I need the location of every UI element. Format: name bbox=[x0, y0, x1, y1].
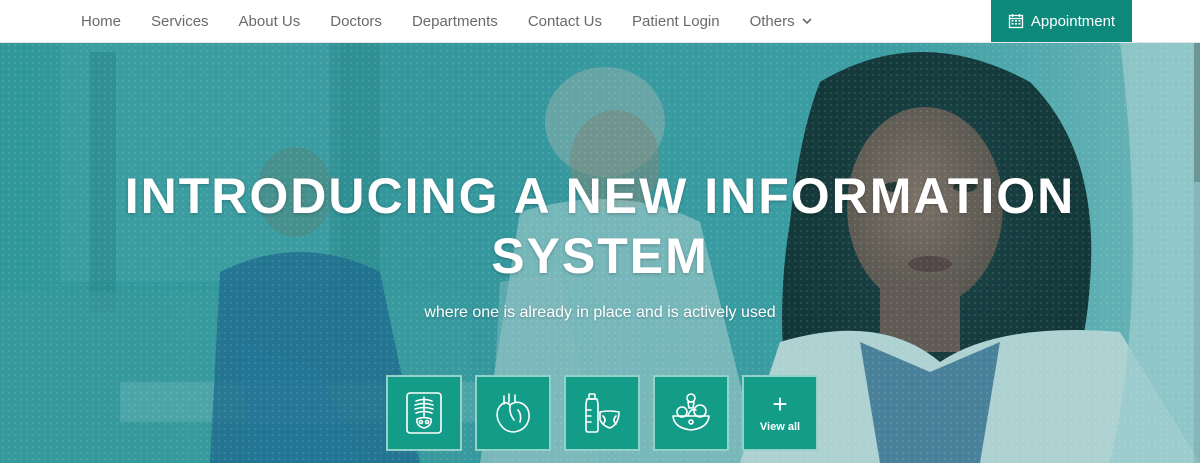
nav-about-us[interactable]: About Us bbox=[224, 0, 316, 42]
nav-home-label: Home bbox=[81, 12, 122, 30]
hero-title: INTRODUCING A NEW INFORMATION SYSTEM bbox=[124, 168, 1076, 284]
nav-contact-us[interactable]: Contact Us bbox=[513, 0, 617, 42]
nav-departments[interactable]: Departments bbox=[397, 0, 513, 42]
heart-icon bbox=[496, 393, 530, 433]
service-tile-nutrition[interactable] bbox=[653, 375, 729, 451]
xray-icon bbox=[406, 392, 442, 434]
nav-about-us-label: About Us bbox=[238, 12, 301, 30]
nav-doctors-label: Doctors bbox=[330, 12, 382, 30]
chevron-down-icon bbox=[802, 18, 812, 25]
nav-services-label: Services bbox=[151, 12, 209, 30]
calendar-icon bbox=[1008, 14, 1024, 29]
nav-patient-login-label: Patient Login bbox=[632, 12, 720, 30]
scrollbar-thumb[interactable] bbox=[1194, 42, 1200, 182]
view-all-label: View all bbox=[759, 421, 801, 433]
service-tiles: + View all bbox=[386, 375, 818, 451]
service-tile-xray[interactable] bbox=[386, 375, 462, 451]
nav-departments-label: Departments bbox=[411, 12, 498, 30]
nav-links: Home Services About Us Doctors Departmen… bbox=[66, 0, 828, 42]
nutrition-icon bbox=[672, 393, 710, 431]
view-all-button[interactable]: + View all bbox=[742, 375, 818, 451]
page: Home Services About Us Doctors Departmen… bbox=[0, 0, 1200, 463]
hero-subtitle: where one is already in place and is act… bbox=[424, 304, 776, 321]
nav-others-dropdown[interactable]: Others bbox=[735, 0, 828, 42]
baby-care-icon bbox=[585, 393, 620, 433]
nav-patient-login[interactable]: Patient Login bbox=[617, 0, 735, 42]
nav-home[interactable]: Home bbox=[66, 0, 136, 42]
hero-banner: INTRODUCING A NEW INFORMATION SYSTEM whe… bbox=[0, 42, 1200, 463]
appointment-label: Appointment bbox=[1030, 12, 1116, 30]
appointment-button[interactable]: Appointment bbox=[991, 0, 1132, 42]
service-tile-cardiology[interactable] bbox=[475, 375, 551, 451]
nav-contact-us-label: Contact Us bbox=[527, 12, 603, 30]
nav-services[interactable]: Services bbox=[136, 0, 224, 42]
plus-icon: + bbox=[772, 389, 788, 419]
scrollbar[interactable] bbox=[1194, 42, 1200, 463]
service-tile-pediatrics[interactable] bbox=[564, 375, 640, 451]
nav-others-label: Others bbox=[749, 12, 795, 30]
nav-doctors[interactable]: Doctors bbox=[315, 0, 397, 42]
top-navbar: Home Services About Us Doctors Departmen… bbox=[0, 0, 1200, 43]
